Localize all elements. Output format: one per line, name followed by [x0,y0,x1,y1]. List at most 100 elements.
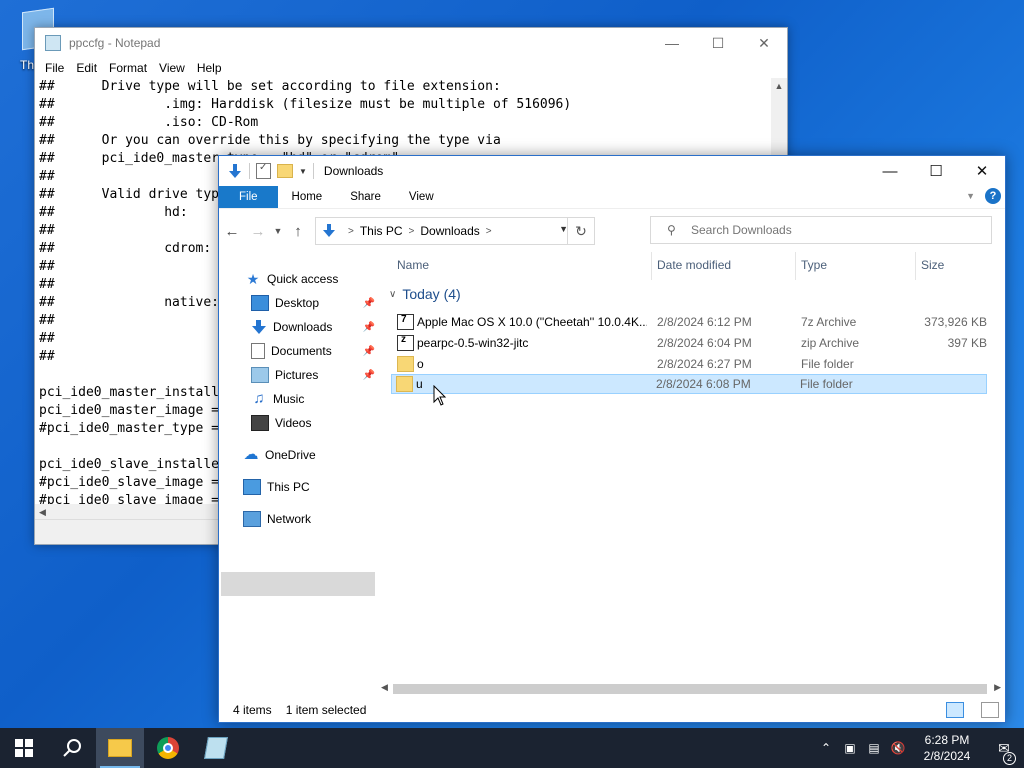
breadcrumb-chevron-icon[interactable]: > [409,226,415,237]
scroll-left-arrow-icon[interactable]: ◀ [381,682,388,693]
chevron-down-icon[interactable]: ∨ [389,289,396,300]
minimize-button[interactable]: — [649,35,695,51]
taskbar: ⌃ ▣ ▤ 🔇 6:28 PM 2/8/2024 ✉ 2 [0,728,1024,768]
column-header-size[interactable]: Size [921,252,991,278]
search-input[interactable] [689,222,973,238]
scroll-up-arrow-icon[interactable]: ▲ [771,78,787,94]
downloads-icon [322,223,336,239]
sidebar-item-downloads[interactable]: Downloads 📌 [251,316,375,338]
minimize-button[interactable]: — [867,163,913,180]
zip-archive-icon [397,334,414,351]
sidebar-item-desktop[interactable]: Desktop 📌 [251,292,375,314]
notepad-line: ## Drive type will be set according to f… [39,79,501,94]
taskbar-notepad[interactable] [192,728,240,768]
column-divider[interactable] [795,252,796,280]
show-hidden-icons-icon[interactable]: ⌃ [816,741,836,755]
sidebar-item-videos[interactable]: Videos [251,412,311,434]
sidebar-item-pictures[interactable]: Pictures 📌 [251,364,375,386]
breadcrumb-chevron-icon[interactable]: > [486,226,492,237]
maximize-button[interactable]: ☐ [695,35,741,52]
scrollbar-thumb[interactable] [393,684,987,694]
start-button[interactable] [0,728,48,768]
notification-badge: 2 [1003,751,1016,765]
clock-time: 6:28 PM [924,733,970,747]
breadcrumb-this-pc[interactable]: This PC [360,224,403,238]
search-box[interactable]: ⚲ [650,216,992,244]
group-header-today[interactable]: ∨ Today (4) [389,286,461,302]
sidebar-item-this-pc[interactable]: This PC [243,476,310,498]
column-header-date-modified[interactable]: Date modified [657,252,793,278]
column-header-name[interactable]: Name [397,252,647,278]
close-button[interactable]: ✕ [959,162,1005,180]
table-row[interactable]: o 2/8/2024 6:27 PM File folder [393,354,989,374]
videos-icon [251,415,269,431]
details-view-button[interactable] [946,702,964,718]
pin-icon: 📌 [362,297,375,309]
tab-share[interactable]: Share [336,186,395,208]
taskbar-file-explorer[interactable] [96,728,144,768]
sidebar-item-label: Videos [275,416,312,430]
sidebar-item-label: This PC [267,480,310,494]
volume-muted-icon[interactable]: 🔇 [888,741,908,755]
file-name: u [416,377,423,391]
network-icon [243,511,261,527]
column-divider[interactable] [651,252,652,280]
file-explorer-icon [108,739,132,757]
sidebar-item-label: Desktop [275,296,320,310]
maximize-button[interactable]: ☐ [913,162,959,180]
app-tray-icon[interactable]: ▣ [840,741,860,755]
refresh-button[interactable]: ↻ [567,218,594,244]
scroll-right-arrow-icon[interactable]: ▶ [994,682,1001,693]
sidebar-item-label: Music [273,392,305,406]
sidebar-item-music[interactable]: ♫ Music [251,388,304,410]
properties-icon[interactable] [256,162,271,179]
new-folder-icon[interactable] [277,164,293,178]
tab-home[interactable]: Home [278,186,337,208]
desktop-icon-label: Th [20,58,35,72]
sidebar-item-network[interactable]: Network [243,508,311,530]
help-icon[interactable]: ? [985,188,1001,204]
breadcrumb-downloads[interactable]: Downloads [420,224,479,238]
menu-edit[interactable]: Edit [70,61,103,75]
menu-format[interactable]: Format [103,61,153,75]
expand-ribbon-icon[interactable]: ▼ [966,191,975,201]
menu-file[interactable]: File [39,61,70,75]
table-row[interactable]: pearpc-0.5-win32-jitc 2/8/2024 6:04 PM z… [393,333,989,353]
notepad-title-bar[interactable]: ppccfg - Notepad — ☐ ✕ [35,28,787,58]
recent-locations-button[interactable]: ▼ [271,226,285,236]
tab-file[interactable]: File [219,186,278,208]
sidebar-item-onedrive[interactable]: ☁ OneDrive [243,444,316,466]
notification-center-button[interactable]: ✉ 2 [984,740,1024,765]
taskbar-chrome[interactable] [144,728,192,768]
notepad-line: ## Or you can override this by specifyin… [39,133,501,148]
pin-icon: 📌 [362,321,375,333]
explorer-title-bar[interactable]: ▼ Downloads — ☐ ✕ [219,156,1005,186]
large-icons-view-button[interactable] [981,702,999,718]
column-header-type[interactable]: Type [801,252,911,278]
column-divider[interactable] [915,252,916,280]
system-tray: ⌃ ▣ ▤ 🔇 6:28 PM 2/8/2024 ✉ 2 [814,728,1024,768]
close-button[interactable]: ✕ [741,35,787,52]
scroll-left-arrow-icon[interactable]: ◀ [39,504,46,520]
menu-view[interactable]: View [153,61,191,75]
address-bar[interactable]: > This PC > Downloads > ▼ ↻ [315,217,595,245]
clock[interactable]: 6:28 PM 2/8/2024 [910,732,984,764]
search-button[interactable] [48,728,96,768]
explorer-status-bar: 4 items 1 item selected [219,698,1005,722]
file-list: Name Date modified Type Size ∨ Today (4)… [389,252,1001,682]
chevron-down-icon[interactable]: ▼ [299,167,307,176]
tab-view[interactable]: View [395,186,448,208]
forward-button[interactable]: → [245,223,271,240]
up-button[interactable]: ↑ [285,223,311,240]
network-icon[interactable]: ▤ [864,741,884,755]
breadcrumb-chevron-icon[interactable]: > [348,226,354,237]
file-list-horizontal-scrollbar[interactable]: ◀ ▶ [379,680,1003,698]
back-button[interactable]: ← [219,223,245,240]
table-row[interactable]: Apple Mac OS X 10.0 (''Cheetah'' 10.0.4K… [393,312,989,332]
sidebar-item-quick-access[interactable]: ★ Quick access [245,268,339,290]
menu-help[interactable]: Help [191,61,228,75]
sidebar-item-documents[interactable]: Documents 📌 [251,340,375,362]
folder-icon [396,376,413,392]
explorer-window[interactable]: ▼ Downloads — ☐ ✕ File Home Share View ▼… [218,155,1006,723]
table-row[interactable]: u 2/8/2024 6:08 PM File folder [391,374,987,394]
